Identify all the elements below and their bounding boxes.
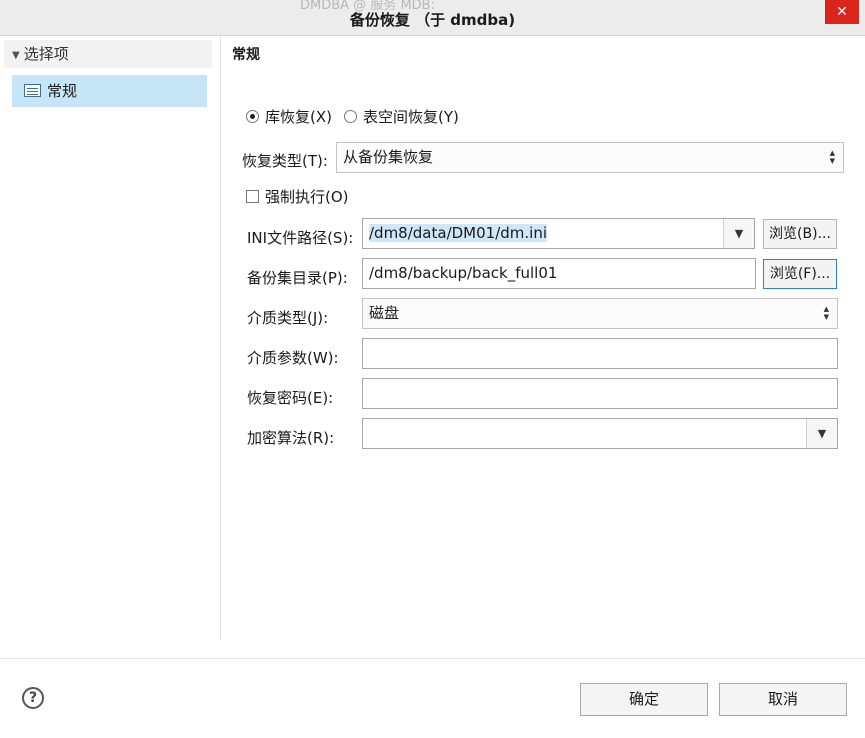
updown-arrows-icon: ▲ ▼ — [823, 305, 829, 321]
help-icon[interactable]: ? — [22, 687, 44, 709]
main-panel: 常规 库恢复(X) 表空间恢复(Y) 恢复类型(T): 从备份集恢复 ▲ ▼ 强制… — [222, 36, 865, 640]
ini-path-combo[interactable]: /dm8/data/DM01/dm.ini ▼ — [362, 218, 755, 249]
force-label: 强制执行(O) — [265, 188, 349, 206]
footer-divider — [0, 658, 865, 659]
dropdown-arrow-icon[interactable]: ▼ — [723, 219, 754, 248]
radio-database-restore[interactable]: 库恢复(X) — [246, 106, 332, 127]
radio-label: 表空间恢复(Y) — [363, 108, 459, 126]
restore-type-label: 恢复类型(T): — [242, 152, 328, 170]
media-type-label: 介质类型(J): — [247, 309, 329, 327]
restore-type-value: 从备份集恢复 — [343, 148, 434, 166]
sidebar: ▼ 选择项 常规 — [0, 36, 221, 640]
ok-button[interactable]: 确定 — [580, 683, 708, 716]
force-checkbox[interactable]: 强制执行(O) — [246, 186, 349, 207]
browse-backup-dir-button[interactable]: 浏览(F)... — [763, 259, 837, 289]
updown-arrows-icon: ▲ ▼ — [829, 149, 835, 165]
collapse-triangle-icon[interactable]: ▼ — [12, 42, 20, 70]
radio-tablespace-restore[interactable]: 表空间恢复(Y) — [344, 106, 459, 127]
page-icon — [24, 84, 41, 97]
section-title: 常规 — [232, 47, 260, 63]
backup-dir-input[interactable]: /dm8/backup/back_full01 — [362, 258, 756, 289]
title-bar: DMDBA @ 服务 MDB: 备份恢复 （于 dmdba) ✕ — [0, 0, 865, 36]
dropdown-arrow-icon[interactable]: ▼ — [806, 419, 837, 448]
dialog-title: 备份恢复 （于 dmdba) — [349, 11, 516, 29]
restore-password-input[interactable] — [362, 378, 838, 409]
sidebar-header[interactable]: ▼ 选择项 — [4, 40, 212, 68]
sidebar-item-label: 常规 — [47, 82, 78, 100]
ini-path-value: /dm8/data/DM01/dm.ini — [369, 224, 548, 242]
sidebar-item-general[interactable]: 常规 — [12, 75, 207, 107]
sidebar-header-label: 选择项 — [23, 45, 69, 63]
close-button[interactable]: ✕ — [825, 0, 859, 24]
media-type-select[interactable]: 磁盘 ▲ ▼ — [362, 298, 838, 329]
cancel-button[interactable]: 取消 — [719, 683, 847, 716]
checkbox-icon[interactable] — [246, 190, 259, 203]
backup-dir-label: 备份集目录(P): — [247, 269, 348, 287]
radio-label: 库恢复(X) — [265, 108, 332, 126]
media-params-input[interactable] — [362, 338, 838, 369]
media-type-value: 磁盘 — [369, 304, 400, 322]
restore-password-label: 恢复密码(E): — [247, 389, 334, 407]
encrypt-algo-label: 加密算法(R): — [247, 429, 335, 447]
restore-type-select[interactable]: 从备份集恢复 ▲ ▼ — [336, 142, 844, 173]
browse-ini-button[interactable]: 浏览(B)... — [763, 219, 837, 249]
encrypt-algo-combo[interactable]: ▼ — [362, 418, 838, 449]
media-params-label: 介质参数(W): — [247, 349, 339, 367]
ini-path-label: INI文件路径(S): — [247, 229, 354, 247]
radio-selected-icon[interactable] — [246, 110, 259, 123]
radio-unselected-icon[interactable] — [344, 110, 357, 123]
